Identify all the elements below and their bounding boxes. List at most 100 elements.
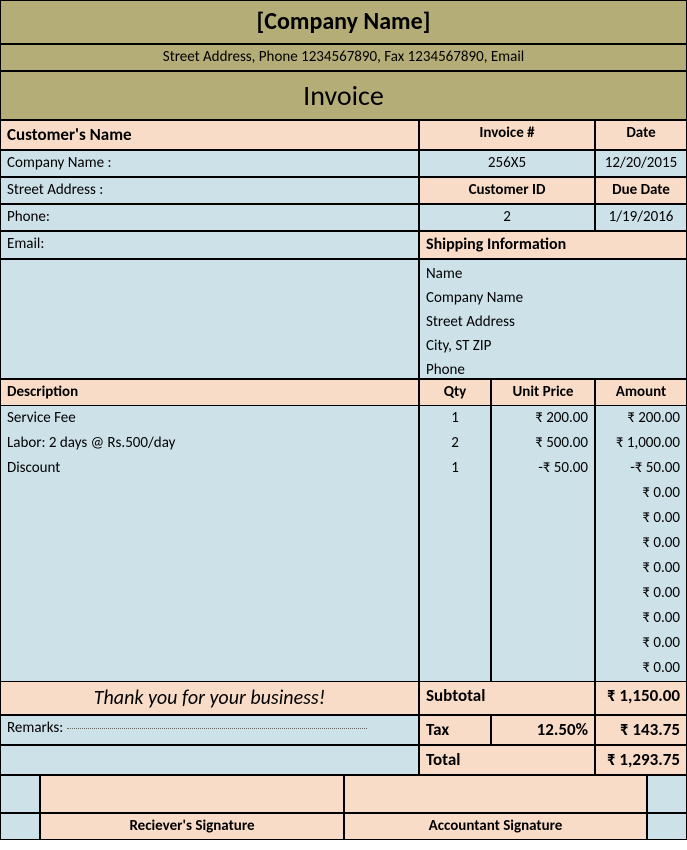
due-date-label: Due Date [595, 177, 687, 204]
item-amount: ₹ 0.00 [595, 631, 687, 656]
item-price [491, 506, 595, 531]
tax-label: Tax [419, 715, 491, 745]
item-desc [0, 506, 419, 531]
item-amount: ₹ 0.00 [595, 481, 687, 506]
items-body: Service Fee1₹ 200.00₹ 200.00Labor: 2 day… [0, 406, 687, 681]
subtotal-label: Subtotal [419, 681, 595, 715]
accountant-sig-label: Accountant Signature [344, 813, 647, 840]
item-amount: ₹ 0.00 [595, 606, 687, 631]
col-unit-price: Unit Price [491, 379, 595, 406]
item-qty [419, 656, 491, 681]
col-description: Description [0, 379, 419, 406]
table-row: ₹ 0.00 [0, 506, 687, 531]
shipping-company: Company Name [426, 286, 680, 310]
sig-pad-right [647, 775, 687, 813]
item-price [491, 556, 595, 581]
item-amount: -₹ 50.00 [595, 456, 687, 481]
item-desc [0, 656, 419, 681]
customer-section-label: Customer's Name [0, 120, 419, 150]
item-amount: ₹ 1,000.00 [595, 431, 687, 456]
date-value: 12/20/2015 [595, 150, 687, 177]
sig-label-pad-left [0, 813, 40, 840]
remarks-line [67, 728, 367, 729]
invoice-no-value: 256X5 [419, 150, 595, 177]
sig-label-pad-right [647, 813, 687, 840]
invoice-title: Invoice [0, 71, 687, 120]
table-row: Discount1-₹ 50.00-₹ 50.00 [0, 456, 687, 481]
table-row: ₹ 0.00 [0, 606, 687, 631]
remarks-blank [0, 745, 419, 775]
table-row: Service Fee1₹ 200.00₹ 200.00 [0, 406, 687, 431]
item-desc [0, 581, 419, 606]
item-desc: Service Fee [0, 406, 419, 431]
item-desc: Labor: 2 days @ Rs.500/day [0, 431, 419, 456]
item-desc [0, 481, 419, 506]
table-row: ₹ 0.00 [0, 531, 687, 556]
customer-company-label: Company Name : [0, 150, 419, 177]
shipping-name: Name [426, 262, 680, 286]
table-row: ₹ 0.00 [0, 481, 687, 506]
shipping-city: City, ST ZIP [426, 334, 680, 358]
item-amount: ₹ 0.00 [595, 506, 687, 531]
item-price [491, 656, 595, 681]
item-price: -₹ 50.00 [491, 456, 595, 481]
item-qty [419, 556, 491, 581]
item-amount: ₹ 0.00 [595, 556, 687, 581]
total-value: ₹ 1,293.75 [595, 745, 687, 775]
item-price [491, 606, 595, 631]
item-price [491, 531, 595, 556]
table-row: ₹ 0.00 [0, 656, 687, 681]
shipping-street: Street Address [426, 310, 680, 334]
customer-street-label: Street Address : [0, 177, 419, 204]
table-row: ₹ 0.00 [0, 556, 687, 581]
item-qty: 2 [419, 431, 491, 456]
item-desc [0, 531, 419, 556]
remarks-label: Remarks: [7, 719, 63, 737]
item-desc: Discount [0, 456, 419, 481]
item-price: ₹ 200.00 [491, 406, 595, 431]
customer-id-label: Customer ID [419, 177, 595, 204]
table-row: ₹ 0.00 [0, 581, 687, 606]
company-address-line: Street Address, Phone 1234567890, Fax 12… [0, 44, 687, 71]
col-amount: Amount [595, 379, 687, 406]
accountant-sig-space [344, 775, 647, 813]
item-desc [0, 606, 419, 631]
receiver-sig-space [40, 775, 344, 813]
item-desc [0, 556, 419, 581]
item-price [491, 581, 595, 606]
customer-email-label: Email: [0, 231, 419, 259]
item-price [491, 481, 595, 506]
shipping-info-block: Name Company Name Street Address City, S… [419, 259, 687, 379]
item-amount: ₹ 200.00 [595, 406, 687, 431]
item-qty [419, 506, 491, 531]
invoice-no-label: Invoice # [419, 120, 595, 150]
remarks-cell: Remarks: [0, 715, 419, 745]
due-date-value: 1/19/2016 [595, 204, 687, 231]
date-label: Date [595, 120, 687, 150]
thankyou-text: Thank you for your business! [0, 681, 419, 715]
shipping-label: Shipping Information [419, 231, 687, 259]
item-price: ₹ 500.00 [491, 431, 595, 456]
col-qty: Qty [419, 379, 491, 406]
customer-email-area [0, 259, 419, 379]
item-amount: ₹ 0.00 [595, 581, 687, 606]
tax-rate: 12.50% [491, 715, 595, 745]
sig-pad-left [0, 775, 40, 813]
tax-amount: ₹ 143.75 [595, 715, 687, 745]
total-label: Total [419, 745, 595, 775]
item-qty: 1 [419, 456, 491, 481]
subtotal-value: ₹ 1,150.00 [595, 681, 687, 715]
receiver-sig-label: Reciever's Signature [40, 813, 344, 840]
item-amount: ₹ 0.00 [595, 656, 687, 681]
item-qty [419, 606, 491, 631]
item-qty [419, 581, 491, 606]
item-price [491, 631, 595, 656]
customer-id-value: 2 [419, 204, 595, 231]
company-name: [Company Name] [0, 0, 687, 44]
customer-phone-label: Phone: [0, 204, 419, 231]
table-row: ₹ 0.00 [0, 631, 687, 656]
item-qty: 1 [419, 406, 491, 431]
item-qty [419, 531, 491, 556]
item-desc [0, 631, 419, 656]
table-row: Labor: 2 days @ Rs.500/day2₹ 500.00₹ 1,0… [0, 431, 687, 456]
